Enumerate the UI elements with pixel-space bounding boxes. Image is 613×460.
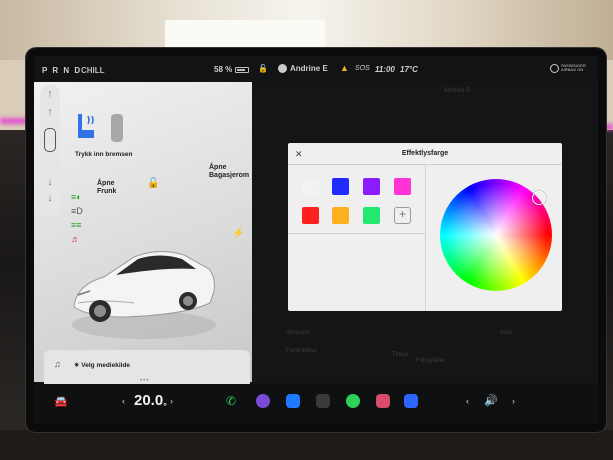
- lights-column: ↑ ↑ ↓ ↓: [40, 84, 60, 216]
- volume-icon[interactable]: 🔊: [484, 394, 498, 407]
- gear-selector: P R N D: [42, 66, 82, 75]
- dialog-title: Effektlysfarge: [401, 150, 449, 157]
- car-icon[interactable]: 🚘: [54, 395, 68, 408]
- add-color-button[interactable]: +: [394, 207, 411, 224]
- swatch-divider: [288, 233, 425, 234]
- ghost-text: Andrine E: [444, 88, 471, 94]
- open-frunk-button[interactable]: Åpne Frunk: [97, 180, 116, 196]
- swatch-blue[interactable]: [332, 178, 349, 195]
- swatch-red[interactable]: [302, 207, 319, 224]
- navigation-app-icon[interactable]: [256, 394, 270, 408]
- status-bar: P R N D CHILL 58 % 🔓 Andrine E ▲ SOS 11:…: [34, 56, 598, 82]
- volume-left-chevron[interactable]: ‹: [466, 396, 469, 406]
- background-console: [0, 430, 613, 460]
- media-source-button[interactable]: ​✴ Velg mediekilde: [74, 361, 130, 369]
- clock: 11:00: [375, 65, 395, 74]
- dialog-divider: [425, 165, 426, 311]
- volume-right-chevron[interactable]: ›: [512, 396, 515, 406]
- swatch-purple[interactable]: [363, 178, 380, 195]
- lock-icon[interactable]: 🔓: [258, 64, 268, 73]
- touchscreen: P R N D CHILL 58 % 🔓 Andrine E ▲ SOS 11:…: [34, 56, 598, 424]
- trunk-label: Åpne Bagasjerom: [209, 164, 250, 179]
- airbag-icon: [550, 64, 559, 73]
- cabin-temperature-value: 20.0: [134, 392, 164, 409]
- arrow-up-icon[interactable]: ↑: [44, 88, 56, 100]
- media-source-label: Velg mediekilde: [81, 362, 131, 369]
- car-top-icon: [44, 128, 56, 152]
- ghost-text: Fotografier: [416, 358, 446, 364]
- warning-icon[interactable]: ▲: [340, 63, 349, 73]
- swatch-magenta[interactable]: [394, 178, 411, 195]
- color-wheel-handle[interactable]: [532, 191, 546, 205]
- car-lock-icon[interactable]: 🔓: [147, 178, 159, 189]
- frunk-label: Åpne Frunk: [97, 180, 117, 195]
- ghost-text: Sensorer: [286, 330, 311, 336]
- brake-instruction: Trykk inn bremsen: [75, 151, 133, 158]
- open-trunk-button[interactable]: Åpne Bagasjerom: [209, 164, 249, 180]
- user-name: Andrine E: [290, 64, 328, 73]
- seat-icon[interactable]: [111, 114, 123, 142]
- dialog-header: ✕ Effektlysfarge: [288, 143, 562, 165]
- small-arrow-icon: ↑: [47, 106, 53, 118]
- arrow-down-icon[interactable]: ↓: [44, 176, 56, 188]
- swatch-white[interactable]: [302, 178, 319, 195]
- swatch-green[interactable]: [363, 207, 380, 224]
- battery-percent: 58 %: [214, 65, 233, 74]
- ghost-text: Auto: [500, 330, 513, 336]
- temp-increase-chevron[interactable]: ›: [170, 396, 173, 406]
- bluetooth-icon[interactable]: [286, 394, 300, 408]
- headlight-icon: ≡◐: [71, 192, 82, 202]
- camera-app-icon[interactable]: [376, 394, 390, 408]
- sos-indicator: SOS: [355, 65, 370, 72]
- battery-icon: [235, 66, 250, 73]
- passenger-airbag-indicator: PASSENGER AIRBAG ON: [550, 64, 596, 73]
- cabin-temperature[interactable]: 20.0°: [134, 392, 167, 411]
- music-note-icon: ♫: [54, 359, 61, 369]
- effect-light-color-dialog: ✕ Effektlysfarge +: [288, 143, 562, 311]
- cabin-temperature-unit: °: [163, 401, 167, 411]
- ghost-text: Tinkja: [392, 352, 408, 358]
- avatar: [278, 64, 287, 74]
- more-apps-icon[interactable]: [316, 394, 330, 408]
- battery-status: 58 %: [214, 65, 250, 74]
- outside-temperature: 17°C: [400, 65, 418, 74]
- spotify-app-icon[interactable]: [346, 394, 360, 408]
- charge-port-icon[interactable]: ⚡: [232, 228, 244, 239]
- car-3d-model: [72, 251, 216, 339]
- temp-decrease-chevron[interactable]: ‹: [122, 396, 125, 406]
- swatch-orange[interactable]: [332, 207, 349, 224]
- car-panel: ↑ ↑ ↓ ↓ ≡◐ ≡D ≡≡ ♬ Trykk inn bremsen Åpn…: [34, 82, 252, 406]
- drive-mode: CHILL: [81, 66, 105, 75]
- airbag-label: PASSENGER AIRBAG ON: [561, 63, 586, 72]
- phone-icon[interactable]: ✆: [226, 394, 236, 408]
- seat-heater-icon[interactable]: [74, 112, 98, 142]
- small-down-arrow-icon: ↓: [47, 192, 53, 204]
- user-profile[interactable]: Andrine E: [278, 64, 328, 74]
- zoom-app-icon[interactable]: [404, 394, 418, 408]
- taskbar: 🚘 ‹ 20.0° › ✆ ‹ 🔊 ›: [34, 384, 598, 424]
- ghost-text: Forsinkelse: [286, 348, 317, 354]
